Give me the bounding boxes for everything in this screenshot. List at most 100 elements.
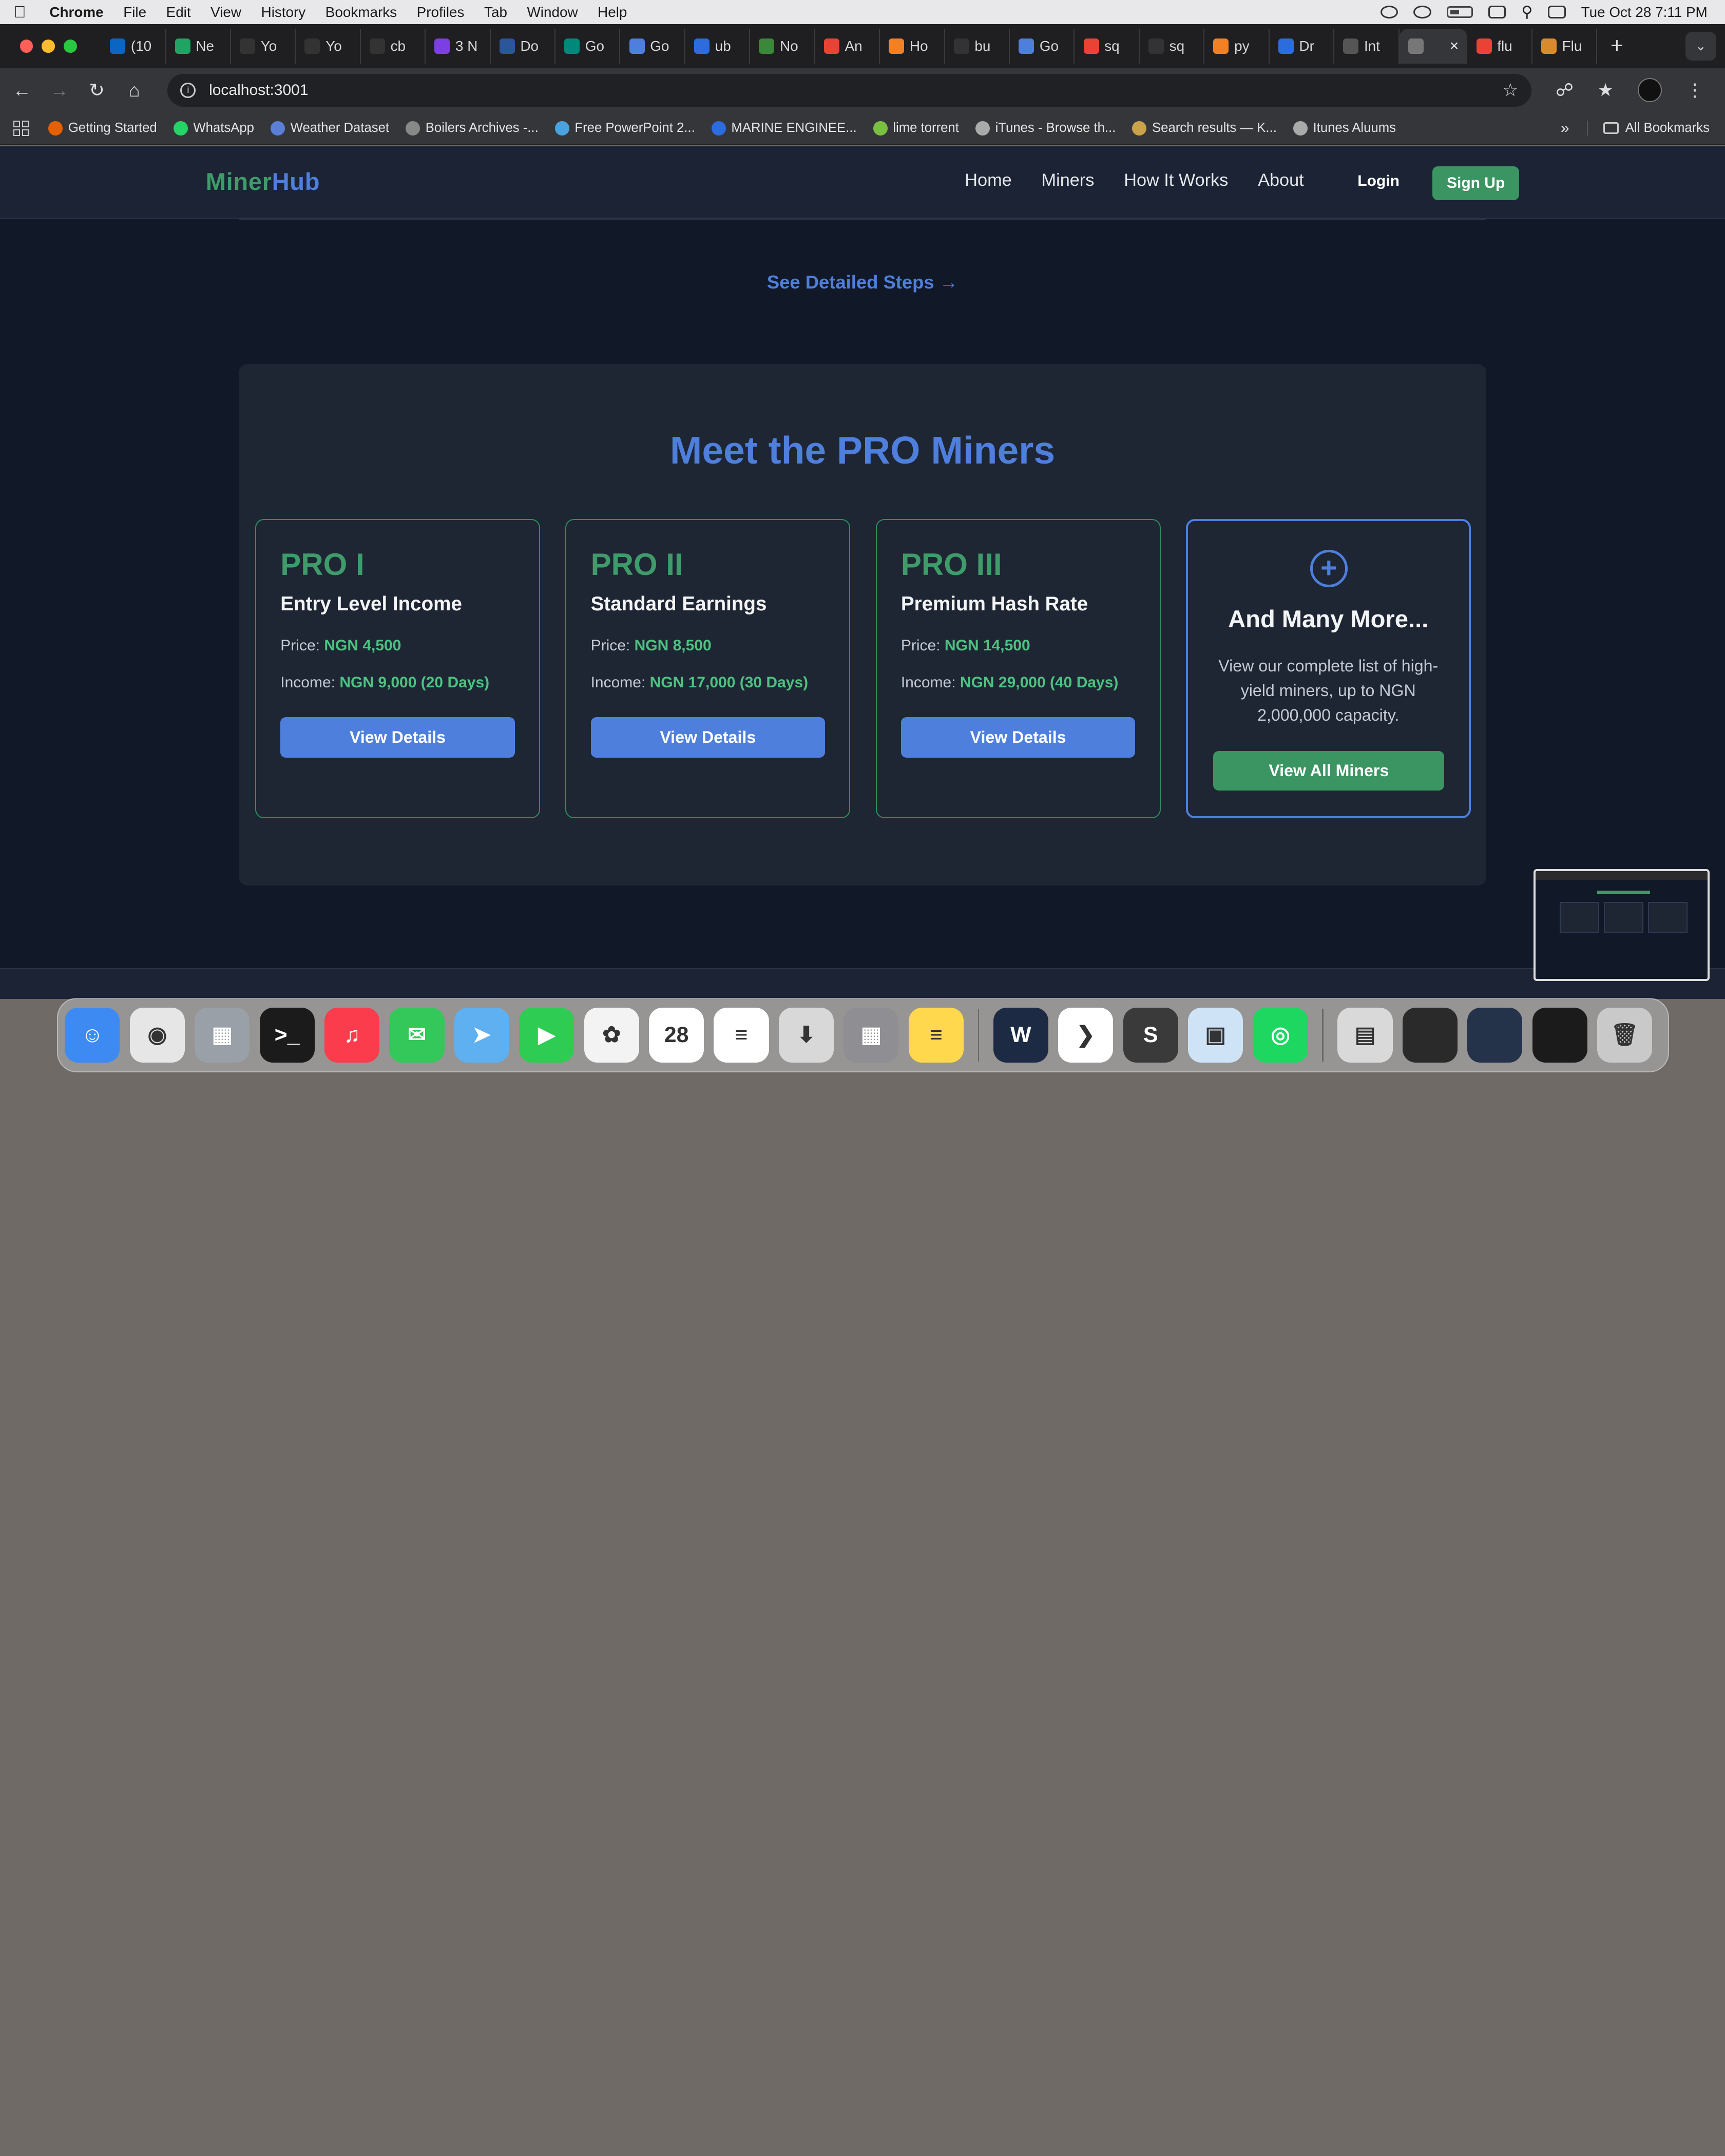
address-url[interactable]: localhost:3001 xyxy=(209,82,308,99)
signup-button[interactable]: Sign Up xyxy=(1432,166,1520,200)
browser-tab[interactable]: (10 xyxy=(101,28,166,64)
menu-edit[interactable]: Edit xyxy=(156,4,201,21)
menu-profiles[interactable]: Profiles xyxy=(407,4,474,21)
maps-icon[interactable]: ➤ xyxy=(454,1007,509,1063)
menu-clock[interactable]: Tue Oct 28 7:11 PM xyxy=(1581,4,1708,21)
browser-tab[interactable]: Yo xyxy=(231,28,296,64)
archive-icon[interactable]: ▤ xyxy=(1337,1007,1393,1063)
browser-tab[interactable]: Flu xyxy=(1532,28,1598,64)
home-button[interactable]: ⌂ xyxy=(117,72,152,108)
bookmark-item[interactable]: MARINE ENGINEE... xyxy=(711,121,857,136)
view-details-button[interactable]: View Details xyxy=(590,717,825,758)
profile-avatar[interactable] xyxy=(1637,78,1662,103)
view-all-miners-button[interactable]: View All Miners xyxy=(1213,751,1445,791)
address-bar[interactable]: i localhost:3001 ☆ xyxy=(167,73,1531,107)
chrome-icon[interactable]: ◉ xyxy=(129,1007,185,1063)
browser-tab[interactable]: Dr xyxy=(1270,28,1335,64)
spotify-icon[interactable]: ◎ xyxy=(1253,1007,1308,1063)
control-center-icon[interactable] xyxy=(1548,5,1566,19)
back-button[interactable]: ← xyxy=(5,72,40,108)
browser-tab[interactable]: 3 N xyxy=(426,28,491,64)
nav-about[interactable]: About xyxy=(1258,170,1304,190)
browser-tab[interactable]: ub xyxy=(685,28,751,64)
browser-tab[interactable]: Ne xyxy=(166,28,231,64)
browser-tab[interactable]: flu xyxy=(1467,28,1532,64)
music-icon[interactable]: ♫ xyxy=(324,1007,380,1063)
browser-tab[interactable]: No xyxy=(750,28,815,64)
menu-tab[interactable]: Tab xyxy=(474,4,517,21)
app-window-thumb-2[interactable] xyxy=(1532,1007,1587,1063)
downloader-icon[interactable]: ⬇ xyxy=(778,1007,834,1063)
tab-search-button[interactable]: ⌄ xyxy=(1685,32,1716,61)
browser-tab[interactable]: Go xyxy=(1010,28,1075,64)
trash-icon[interactable]: 🗑 xyxy=(1597,1007,1653,1063)
vscode-icon[interactable]: ❯ xyxy=(1058,1007,1114,1063)
bookmark-item[interactable]: lime torrent xyxy=(873,121,959,136)
screenshot-preview-thumbnail[interactable] xyxy=(1534,869,1710,981)
calculator-icon[interactable]: ▦ xyxy=(844,1007,899,1063)
preview-icon[interactable]: ▣ xyxy=(1187,1007,1243,1063)
nav-how-it-works[interactable]: How It Works xyxy=(1124,170,1228,190)
screen-mirroring-icon[interactable] xyxy=(1488,5,1506,19)
browser-tab[interactable]: Go xyxy=(555,28,621,64)
browser-tab[interactable]: Go xyxy=(620,28,685,64)
browser-tab[interactable]: Ho xyxy=(880,28,945,64)
browser-tab[interactable]: py xyxy=(1204,28,1270,64)
bookmarks-panel-icon[interactable]: ★ xyxy=(1598,80,1614,101)
sublime-icon[interactable]: S xyxy=(1123,1007,1178,1063)
browser-tab[interactable]: sq xyxy=(1140,28,1205,64)
site-info-icon[interactable]: i xyxy=(180,82,196,98)
menu-window[interactable]: Window xyxy=(517,4,588,21)
reminders-icon[interactable]: ≡ xyxy=(714,1007,769,1063)
messages-icon[interactable]: ✉ xyxy=(389,1007,445,1063)
finder-icon[interactable]: ☺ xyxy=(65,1007,120,1063)
bookmark-item[interactable]: Free PowerPoint 2... xyxy=(554,121,695,136)
notes-icon[interactable]: ≡ xyxy=(908,1007,964,1063)
close-window-button[interactable] xyxy=(20,40,33,53)
battery-icon[interactable] xyxy=(1446,6,1473,18)
browser-tab[interactable]: Do xyxy=(491,28,556,64)
bookmark-item[interactable]: Search results — K... xyxy=(1132,121,1277,136)
login-link[interactable]: Login xyxy=(1357,172,1400,190)
browser-tab[interactable]: bu xyxy=(945,28,1010,64)
extensions-icon[interactable]: ☍ xyxy=(1556,80,1574,101)
nav-miners[interactable]: Miners xyxy=(1042,170,1095,190)
terminal-window-thumb[interactable] xyxy=(1402,1007,1458,1063)
forward-button[interactable]: → xyxy=(42,72,77,108)
apple-icon[interactable]:  xyxy=(0,3,40,22)
minimize-window-button[interactable] xyxy=(42,40,55,53)
site-logo[interactable]: MinerHub xyxy=(206,167,320,196)
menu-view[interactable]: View xyxy=(201,4,251,21)
browser-tab[interactable]: sq xyxy=(1075,28,1140,64)
bookmark-item[interactable]: Getting Started xyxy=(48,121,157,136)
webstorm-icon[interactable]: W xyxy=(993,1007,1048,1063)
terminal-icon[interactable]: >_ xyxy=(259,1007,315,1063)
more-bookmarks-icon[interactable]: » xyxy=(1561,120,1569,137)
play-status-icon[interactable] xyxy=(1413,5,1431,19)
bookmark-item[interactable]: WhatsApp xyxy=(173,121,254,136)
bookmark-item[interactable]: Weather Dataset xyxy=(271,121,389,136)
menu-bookmarks[interactable]: Bookmarks xyxy=(316,4,407,21)
launchpad-icon[interactable]: ▦ xyxy=(195,1007,250,1063)
facetime-icon[interactable]: ▶ xyxy=(519,1007,574,1063)
vpn-status-icon[interactable] xyxy=(1381,5,1398,19)
browser-tab[interactable]: An xyxy=(815,28,880,64)
nav-home[interactable]: Home xyxy=(965,170,1011,190)
view-details-button[interactable]: View Details xyxy=(900,717,1136,758)
bookmark-item[interactable]: Boilers Archives -... xyxy=(406,121,539,136)
apps-grid-icon[interactable] xyxy=(13,120,29,136)
all-bookmarks-folder[interactable]: All Bookmarks xyxy=(1586,121,1710,136)
menu-app-name[interactable]: Chrome xyxy=(40,4,113,21)
menu-history[interactable]: History xyxy=(251,4,315,21)
calendar-icon[interactable]: 28 xyxy=(649,1007,704,1063)
view-details-button[interactable]: View Details xyxy=(280,717,515,758)
app-window-thumb[interactable] xyxy=(1467,1007,1523,1063)
reload-button[interactable]: ↻ xyxy=(79,72,114,108)
browser-tab[interactable]: Yo xyxy=(296,28,361,64)
browser-tab[interactable]: Int xyxy=(1334,28,1400,64)
bookmark-item[interactable]: iTunes - Browse th... xyxy=(975,121,1116,136)
menu-file[interactable]: File xyxy=(113,4,156,21)
browser-tab[interactable]: cb xyxy=(361,28,426,64)
zoom-window-button[interactable] xyxy=(64,40,77,53)
tab-active[interactable]: × xyxy=(1399,28,1468,64)
